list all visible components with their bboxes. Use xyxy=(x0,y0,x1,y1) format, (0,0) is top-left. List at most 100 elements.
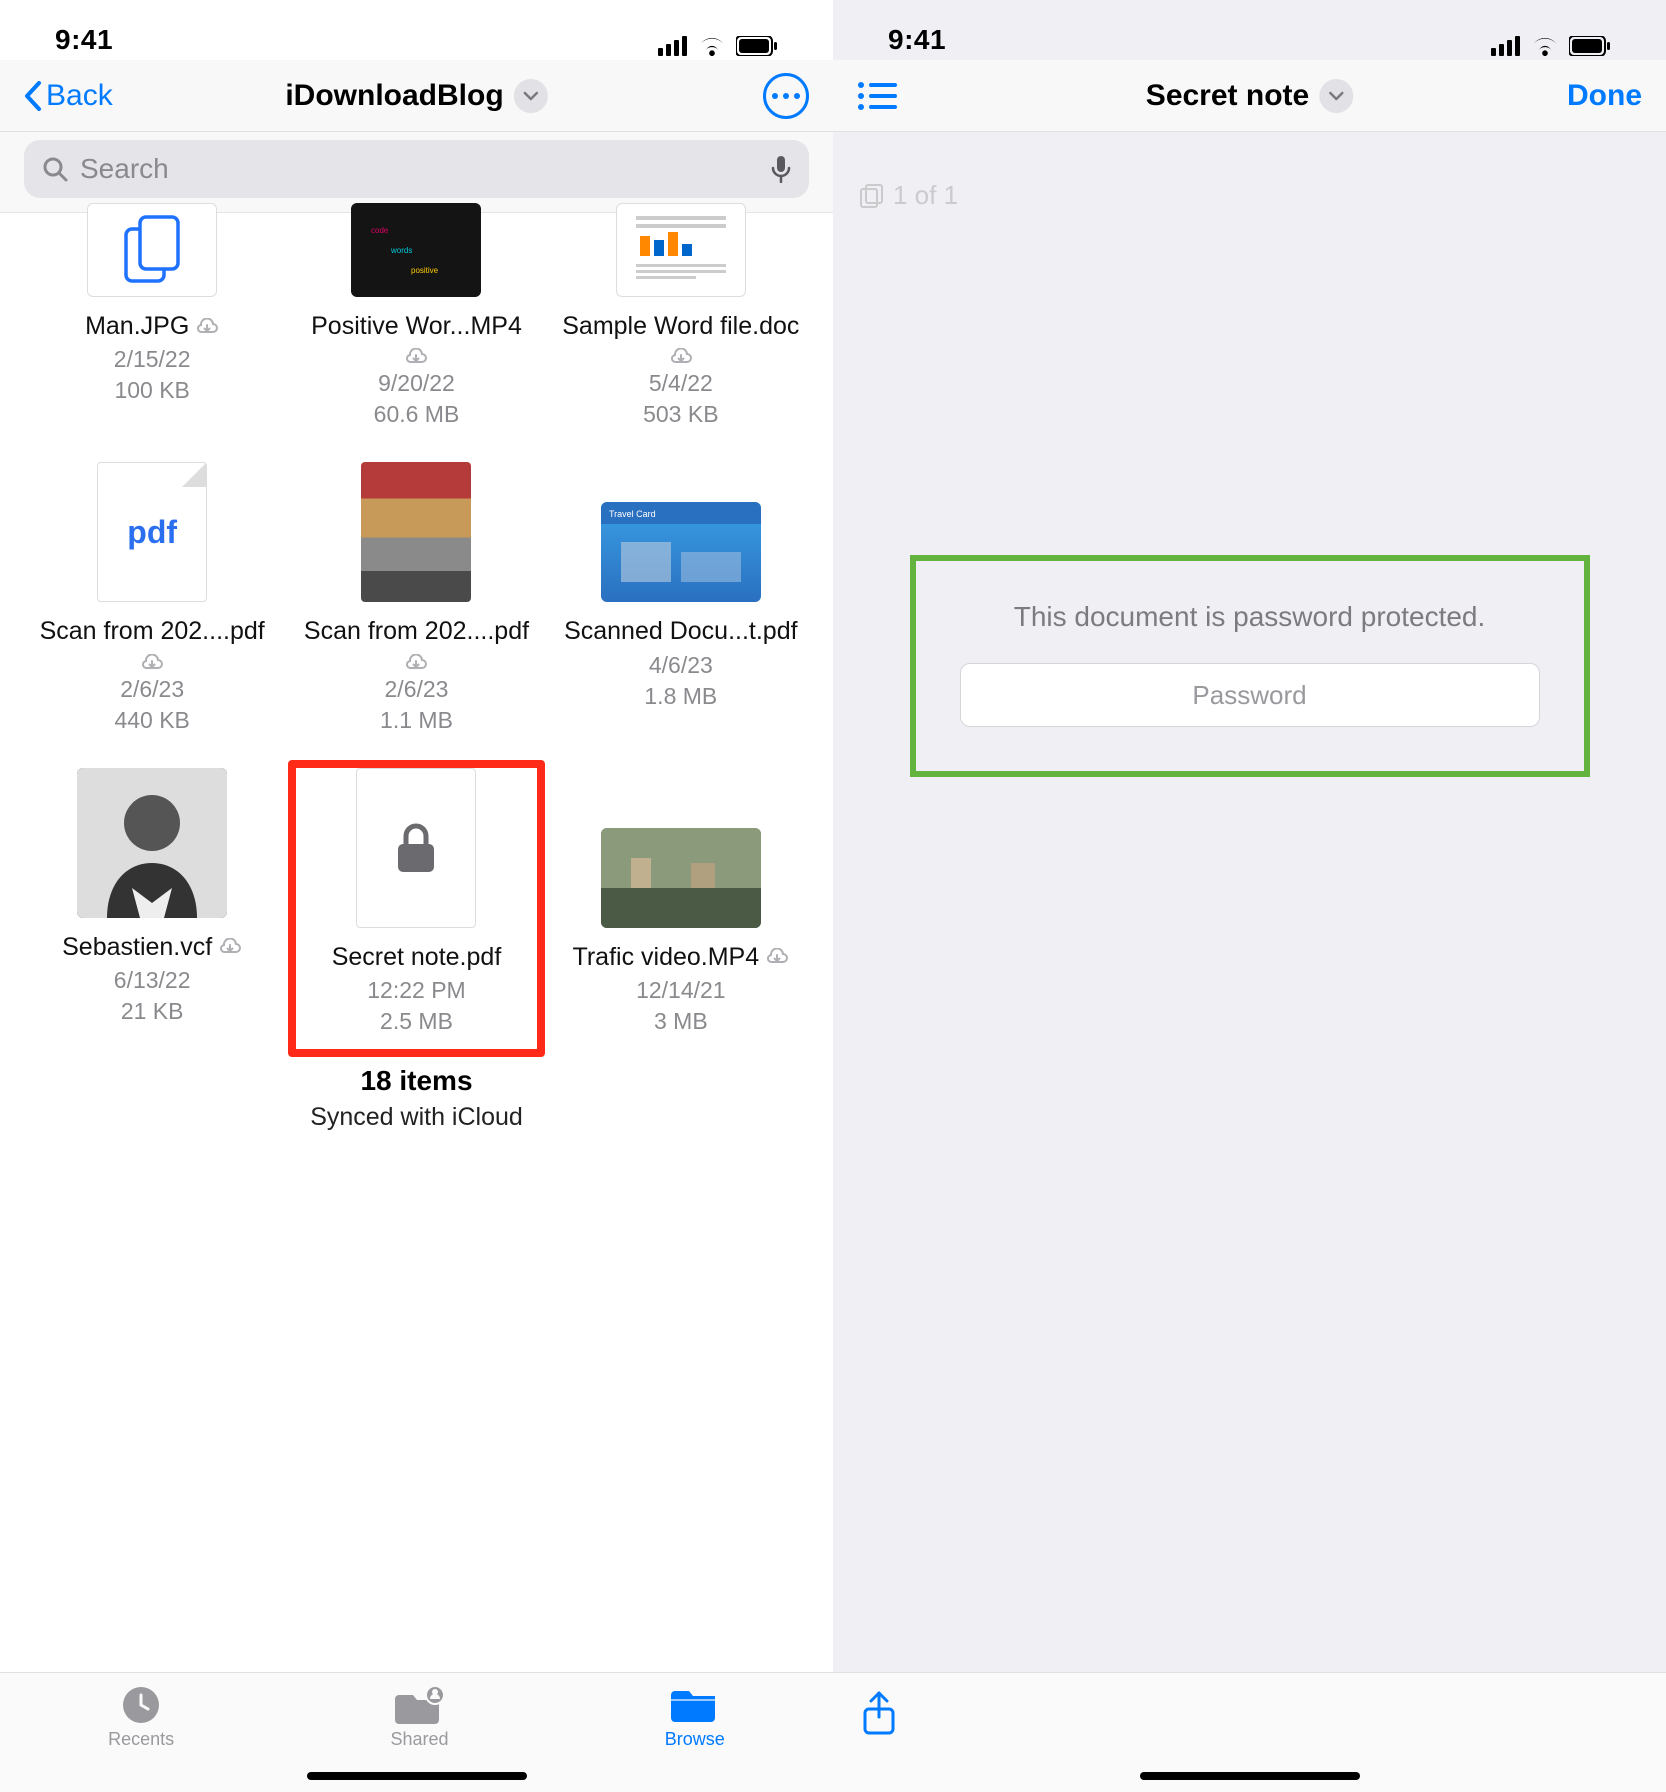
tab-bar: Recents Shared Browse xyxy=(0,1672,833,1792)
status-indicators xyxy=(658,36,778,56)
file-item[interactable]: Scan from 202....pdf 2/6/23 1.1 MB xyxy=(284,452,548,757)
back-button[interactable]: Back xyxy=(24,79,113,113)
tab-browse[interactable]: Browse xyxy=(665,1685,725,1750)
file-thumb xyxy=(87,203,217,297)
nav-title-group[interactable]: iDownloadBlog xyxy=(285,79,547,113)
nav-bar: Back iDownloadBlog xyxy=(0,60,833,132)
file-size: 1.1 MB xyxy=(380,707,453,734)
file-item-secret-note[interactable]: Secret note.pdf 12:22 PM 2.5 MB xyxy=(284,758,548,1059)
lock-message: This document is password protected. xyxy=(946,601,1554,633)
status-time: 9:41 xyxy=(888,24,946,56)
wifi-icon xyxy=(1531,36,1559,56)
file-name: Trafic video.MP4 xyxy=(573,942,790,973)
file-thumb xyxy=(616,203,746,297)
file-date: 6/13/22 xyxy=(114,967,191,994)
file-item[interactable]: Man.JPG 2/15/22 100 KB xyxy=(20,193,284,452)
file-thumb xyxy=(601,828,761,928)
file-name: Secret note.pdf xyxy=(332,942,502,973)
file-date: 2/6/23 xyxy=(385,676,449,703)
search-placeholder: Search xyxy=(80,153,759,185)
file-thumb: Travel Card xyxy=(601,502,761,602)
search-icon xyxy=(42,156,68,182)
document-viewer-screen: 9:41 Secret note Done 1 of 1 xyxy=(833,0,1666,1792)
file-name: Scanned Docu...t.pdf xyxy=(564,616,797,647)
cloud-download-icon xyxy=(218,938,242,956)
password-prompt: This document is password protected. xyxy=(910,555,1590,777)
chevron-left-icon xyxy=(24,81,42,111)
file-grid: Man.JPG 2/15/22 100 KB code words positive… xyxy=(0,213,833,1059)
clock-icon xyxy=(121,1685,161,1725)
tab-shared[interactable]: Shared xyxy=(390,1685,448,1750)
file-size: 100 KB xyxy=(114,377,189,404)
file-date: 2/15/22 xyxy=(114,346,191,373)
file-thumb xyxy=(356,768,476,928)
lock-icon xyxy=(394,822,438,874)
battery-icon xyxy=(736,36,778,56)
cloud-download-icon xyxy=(140,654,164,672)
file-thumb: pdf xyxy=(97,462,207,602)
svg-text:Travel Card: Travel Card xyxy=(609,509,656,519)
status-time: 9:41 xyxy=(55,24,113,56)
file-thumb xyxy=(361,462,471,602)
cloud-download-icon xyxy=(404,348,428,366)
wifi-icon xyxy=(698,36,726,56)
home-indicator[interactable] xyxy=(307,1772,527,1780)
pages-icon xyxy=(859,183,885,209)
cloud-download-icon xyxy=(195,318,219,336)
files-app-screen: 9:41 Back iDownloadBlog xyxy=(0,0,833,1792)
nav-title-group[interactable]: Secret note xyxy=(1146,79,1353,113)
file-item[interactable]: Sample Word file.doc 5/4/22 503 KB xyxy=(549,193,813,452)
status-bar: 9:41 xyxy=(0,0,833,60)
cloud-download-icon xyxy=(404,654,428,672)
file-item[interactable]: Trafic video.MP4 12/14/21 3 MB xyxy=(549,758,813,1059)
svg-text:code: code xyxy=(371,226,389,235)
status-bar: 9:41 xyxy=(833,0,1666,60)
file-size: 3 MB xyxy=(654,1008,708,1035)
list-icon xyxy=(857,81,897,111)
sync-status: Synced with iCloud xyxy=(0,1103,833,1132)
done-button[interactable]: Done xyxy=(1567,79,1642,113)
file-item[interactable]: codewordspositive Positive Wor...MP4 9/2… xyxy=(284,193,548,452)
file-item[interactable]: Sebastien.vcf 6/13/22 21 KB xyxy=(20,758,284,1059)
bottom-toolbar xyxy=(833,1672,1666,1792)
more-options-button[interactable] xyxy=(763,73,809,119)
folder-icon xyxy=(671,1685,719,1725)
shared-folder-icon xyxy=(395,1685,443,1725)
cellular-icon xyxy=(658,36,688,56)
file-item[interactable]: Travel Card Scanned Docu...t.pdf 4/6/23 … xyxy=(549,452,813,757)
file-name: Sample Word file.doc xyxy=(561,311,801,366)
file-thumb: code words positive xyxy=(351,203,481,297)
back-label: Back xyxy=(46,79,113,113)
page-title: Secret note xyxy=(1146,79,1309,113)
svg-text:words: words xyxy=(390,246,412,255)
file-size: 21 KB xyxy=(121,998,184,1025)
file-size: 503 KB xyxy=(643,401,718,428)
file-name: Sebastien.vcf xyxy=(62,932,242,963)
item-count: 18 items xyxy=(0,1065,833,1097)
file-name: Man.JPG xyxy=(85,311,219,342)
cloud-download-icon xyxy=(765,948,789,966)
file-date: 9/20/22 xyxy=(378,370,455,397)
file-name: Scan from 202....pdf xyxy=(32,616,272,671)
tab-recents[interactable]: Recents xyxy=(108,1685,174,1750)
battery-icon xyxy=(1569,36,1611,56)
password-input[interactable] xyxy=(960,663,1540,727)
share-button[interactable] xyxy=(861,1691,897,1742)
file-size: 2.5 MB xyxy=(380,1008,453,1035)
file-thumb xyxy=(77,768,227,918)
folder-summary: 18 items Synced with iCloud xyxy=(0,1059,833,1140)
svg-text:positive: positive xyxy=(411,266,439,275)
microphone-icon[interactable] xyxy=(771,155,791,183)
home-indicator[interactable] xyxy=(1140,1772,1360,1780)
file-date: 12/14/21 xyxy=(636,977,726,1004)
list-view-button[interactable] xyxy=(857,81,901,111)
title-dropdown-icon xyxy=(514,79,548,113)
cellular-icon xyxy=(1491,36,1521,56)
file-date: 4/6/23 xyxy=(649,652,713,679)
status-indicators xyxy=(1491,36,1611,56)
file-size: 440 KB xyxy=(114,707,189,734)
file-item[interactable]: pdf Scan from 202....pdf 2/6/23 440 KB xyxy=(20,452,284,757)
search-input[interactable]: Search xyxy=(24,140,809,198)
file-date: 12:22 PM xyxy=(367,977,465,1004)
file-date: 5/4/22 xyxy=(649,370,713,397)
